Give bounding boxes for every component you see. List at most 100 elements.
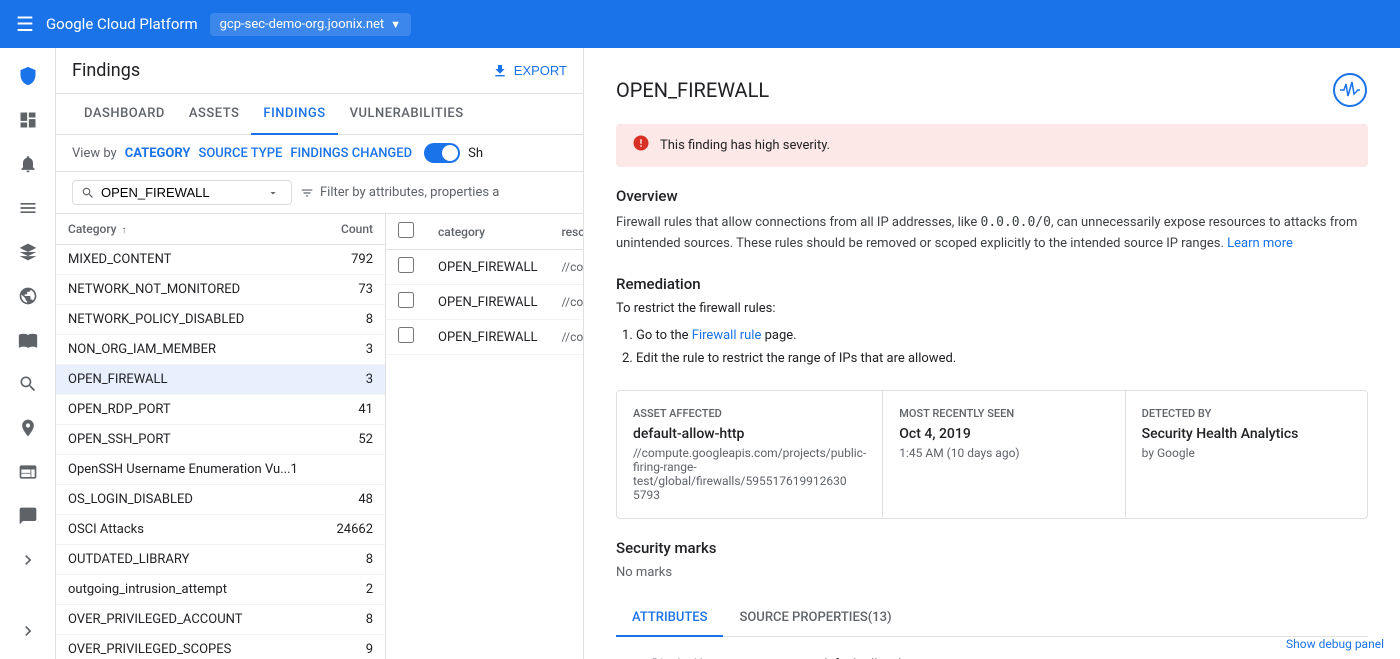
row-checkbox-0[interactable] — [398, 257, 414, 273]
sidebar-icon-tag[interactable] — [8, 496, 48, 536]
menu-icon[interactable]: ☰ — [16, 12, 34, 36]
row-checkbox-2[interactable] — [398, 327, 414, 343]
category-cell: OpenSSH Username Enumeration Vu...1 — [56, 455, 322, 485]
project-selector[interactable]: gcp-sec-demo-org.joonix.net ▼ — [210, 13, 411, 36]
project-name: gcp-sec-demo-org.joonix.net — [220, 17, 385, 32]
finding-row[interactable]: OPEN_FIREWALL //com — [386, 285, 583, 320]
sidebar-icon-list[interactable] — [8, 188, 48, 228]
overview-text: Firewall rules that allow connections fr… — [616, 213, 1368, 255]
category-row[interactable]: NETWORK_NOT_MONITORED 73 — [56, 275, 385, 305]
sidebar-icon-globe[interactable] — [8, 276, 48, 316]
finding-category-cell: OPEN_FIREWALL — [426, 285, 550, 320]
attribute-row: assetDisplayName default-allow-http — [616, 649, 1368, 659]
findings-left-panel: Findings EXPORT DASHBOARD ASSETS FINDING… — [56, 48, 584, 659]
category-row[interactable]: OPEN_SSH_PORT 52 — [56, 425, 385, 455]
category-cell: OPEN_SSH_PORT — [56, 425, 322, 455]
view-by-label: View by — [72, 146, 117, 161]
category-row[interactable]: OVER_PRIVILEGED_ACCOUNT 8 — [56, 605, 385, 635]
count-cell: 52 — [322, 425, 385, 455]
remediation-step-2: Edit the rule to restrict the range of I… — [636, 347, 1368, 370]
remediation-list: Go to the Firewall rule page. Edit the r… — [616, 324, 1368, 371]
most-recently-seen-sub: 1:45 AM (10 days ago) — [899, 446, 1108, 460]
category-row[interactable]: MIXED_CONTENT 792 — [56, 245, 385, 275]
severity-icon — [632, 134, 650, 157]
category-row[interactable]: OUTDATED_LIBRARY 8 — [56, 545, 385, 575]
learn-more-link[interactable]: Learn more — [1227, 236, 1293, 251]
category-cell: OPEN_RDP_PORT — [56, 395, 322, 425]
app-layout: Findings EXPORT DASHBOARD ASSETS FINDING… — [0, 48, 1400, 659]
category-row[interactable]: NETWORK_POLICY_DISABLED 8 — [56, 305, 385, 335]
count-cell: 9 — [322, 635, 385, 659]
firewall-rule-link[interactable]: Firewall rule — [692, 328, 762, 343]
debug-panel-link[interactable]: Show debug panel — [1286, 637, 1384, 651]
category-cell: NETWORK_POLICY_DISABLED — [56, 305, 322, 335]
search-icon — [81, 186, 95, 200]
search-dropdown-icon[interactable] — [267, 187, 279, 199]
row-checkbox-1[interactable] — [398, 292, 414, 308]
finding-category-cell: OPEN_FIREWALL — [426, 250, 550, 285]
asset-affected-sub: //compute.googleapis.com/projects/public… — [633, 446, 866, 502]
sidebar-icon-search2[interactable] — [8, 452, 48, 492]
sidebar — [0, 48, 56, 659]
category-row[interactable]: OSCI Attacks 24662 — [56, 515, 385, 545]
view-by-findings-changed[interactable]: FINDINGS CHANGED — [290, 146, 412, 161]
col-header-checkbox — [386, 214, 426, 250]
severity-banner: This finding has high severity. — [616, 124, 1368, 167]
sidebar-icon-shield[interactable] — [8, 56, 48, 96]
detected-by-value: Security Health Analytics — [1142, 426, 1351, 442]
category-row[interactable]: NON_ORG_IAM_MEMBER 3 — [56, 335, 385, 365]
filter-icon — [300, 186, 314, 200]
category-row[interactable]: OPEN_RDP_PORT 41 — [56, 395, 385, 425]
sidebar-icon-magnify[interactable] — [8, 364, 48, 404]
category-row[interactable]: OPEN_FIREWALL 3 — [56, 365, 385, 395]
toggle-switch[interactable] — [424, 143, 460, 163]
overview-title: Overview — [616, 187, 1368, 205]
asset-affected-value: default-allow-http — [633, 426, 866, 442]
sidebar-icon-dashboard[interactable] — [8, 100, 48, 140]
security-marks-title: Security marks — [616, 539, 1368, 557]
view-by-source-type[interactable]: SOURCE TYPE — [198, 146, 282, 161]
sidebar-icon-mappin[interactable] — [8, 408, 48, 448]
category-row[interactable]: outgoing_intrusion_attempt 2 — [56, 575, 385, 605]
category-cell: OS_LOGIN_DISABLED — [56, 485, 322, 515]
sidebar-icon-arrow[interactable] — [8, 540, 48, 580]
attr-key: assetDisplayName — [616, 649, 816, 659]
tab-findings[interactable]: FINDINGS — [251, 94, 337, 135]
category-cell: OVER_PRIVILEGED_SCOPES — [56, 635, 322, 659]
pulse-icon — [1332, 72, 1368, 108]
select-all-checkbox[interactable] — [398, 222, 414, 238]
sidebar-icon-book[interactable] — [8, 320, 48, 360]
tab-attributes[interactable]: ATTRIBUTES — [616, 600, 723, 637]
view-by-category[interactable]: CATEGORY — [125, 146, 191, 161]
col-header-count: Count — [322, 214, 385, 245]
tab-source-properties[interactable]: SOURCE PROPERTIES(13) — [723, 600, 907, 637]
no-marks-text: No marks — [616, 565, 1368, 580]
sidebar-icon-alert[interactable] — [8, 144, 48, 184]
tab-assets[interactable]: ASSETS — [177, 94, 252, 135]
findings-subtable-container: category resour OPEN_FIREWALL //com OPEN… — [386, 214, 583, 659]
sidebar-icon-expand[interactable] — [8, 611, 48, 651]
finding-resource-cell: //com — [550, 320, 583, 355]
count-cell: 3 — [322, 335, 385, 365]
category-cell: OVER_PRIVILEGED_ACCOUNT — [56, 605, 322, 635]
export-button[interactable]: EXPORT — [492, 63, 567, 79]
finding-resource-cell: //com — [550, 285, 583, 320]
finding-row[interactable]: OPEN_FIREWALL //com — [386, 320, 583, 355]
count-cell: 2 — [322, 575, 385, 605]
tab-dashboard[interactable]: DASHBOARD — [72, 94, 177, 135]
category-row[interactable]: OS_LOGIN_DISABLED 48 — [56, 485, 385, 515]
category-cell: MIXED_CONTENT — [56, 245, 322, 275]
category-table-container: Category ↑ Count MIXED_CONTENT 792 NETWO… — [56, 214, 386, 659]
category-cell: OPEN_FIREWALL — [56, 365, 322, 395]
attr-tabs: ATTRIBUTES SOURCE PROPERTIES(13) — [616, 600, 1368, 637]
category-row[interactable]: OVER_PRIVILEGED_SCOPES 9 — [56, 635, 385, 659]
category-row[interactable]: OpenSSH Username Enumeration Vu...1 — [56, 455, 385, 485]
findings-header: Findings EXPORT — [56, 48, 583, 94]
search-input[interactable] — [101, 185, 261, 200]
finding-row[interactable]: OPEN_FIREWALL //com — [386, 250, 583, 285]
detail-header-icon — [1332, 72, 1368, 108]
sidebar-icon-diamond[interactable] — [8, 232, 48, 272]
search-bar: Filter by attributes, properties a — [56, 172, 583, 214]
tab-vulnerabilities[interactable]: VULNERABILITIES — [338, 94, 476, 135]
detail-title-row: OPEN_FIREWALL — [616, 72, 1368, 108]
